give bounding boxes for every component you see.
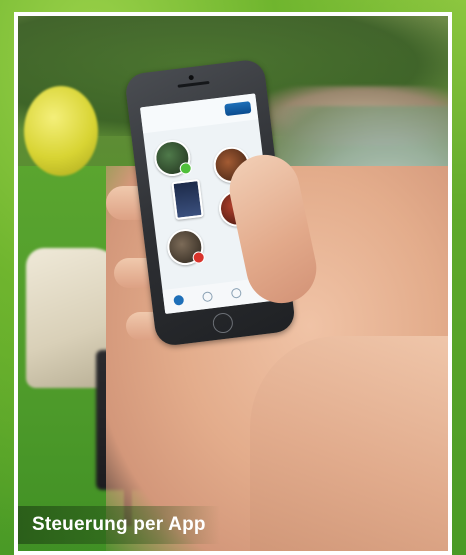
- nav-item-icon[interactable]: [201, 291, 213, 303]
- nav-item-icon[interactable]: [230, 287, 242, 299]
- photo-frame: [14, 12, 452, 555]
- caption: Steuerung per App: [18, 506, 220, 544]
- device-tile[interactable]: [171, 178, 204, 220]
- nav-home-icon[interactable]: [172, 294, 184, 306]
- app-logo: [224, 101, 252, 117]
- front-camera: [188, 74, 195, 81]
- forearm: [250, 336, 448, 551]
- home-button: [211, 311, 235, 335]
- yellow-garden-ball: [24, 86, 98, 176]
- earpiece-speaker: [177, 80, 210, 88]
- status-off-icon: [192, 250, 206, 265]
- status-on-icon: [179, 161, 193, 176]
